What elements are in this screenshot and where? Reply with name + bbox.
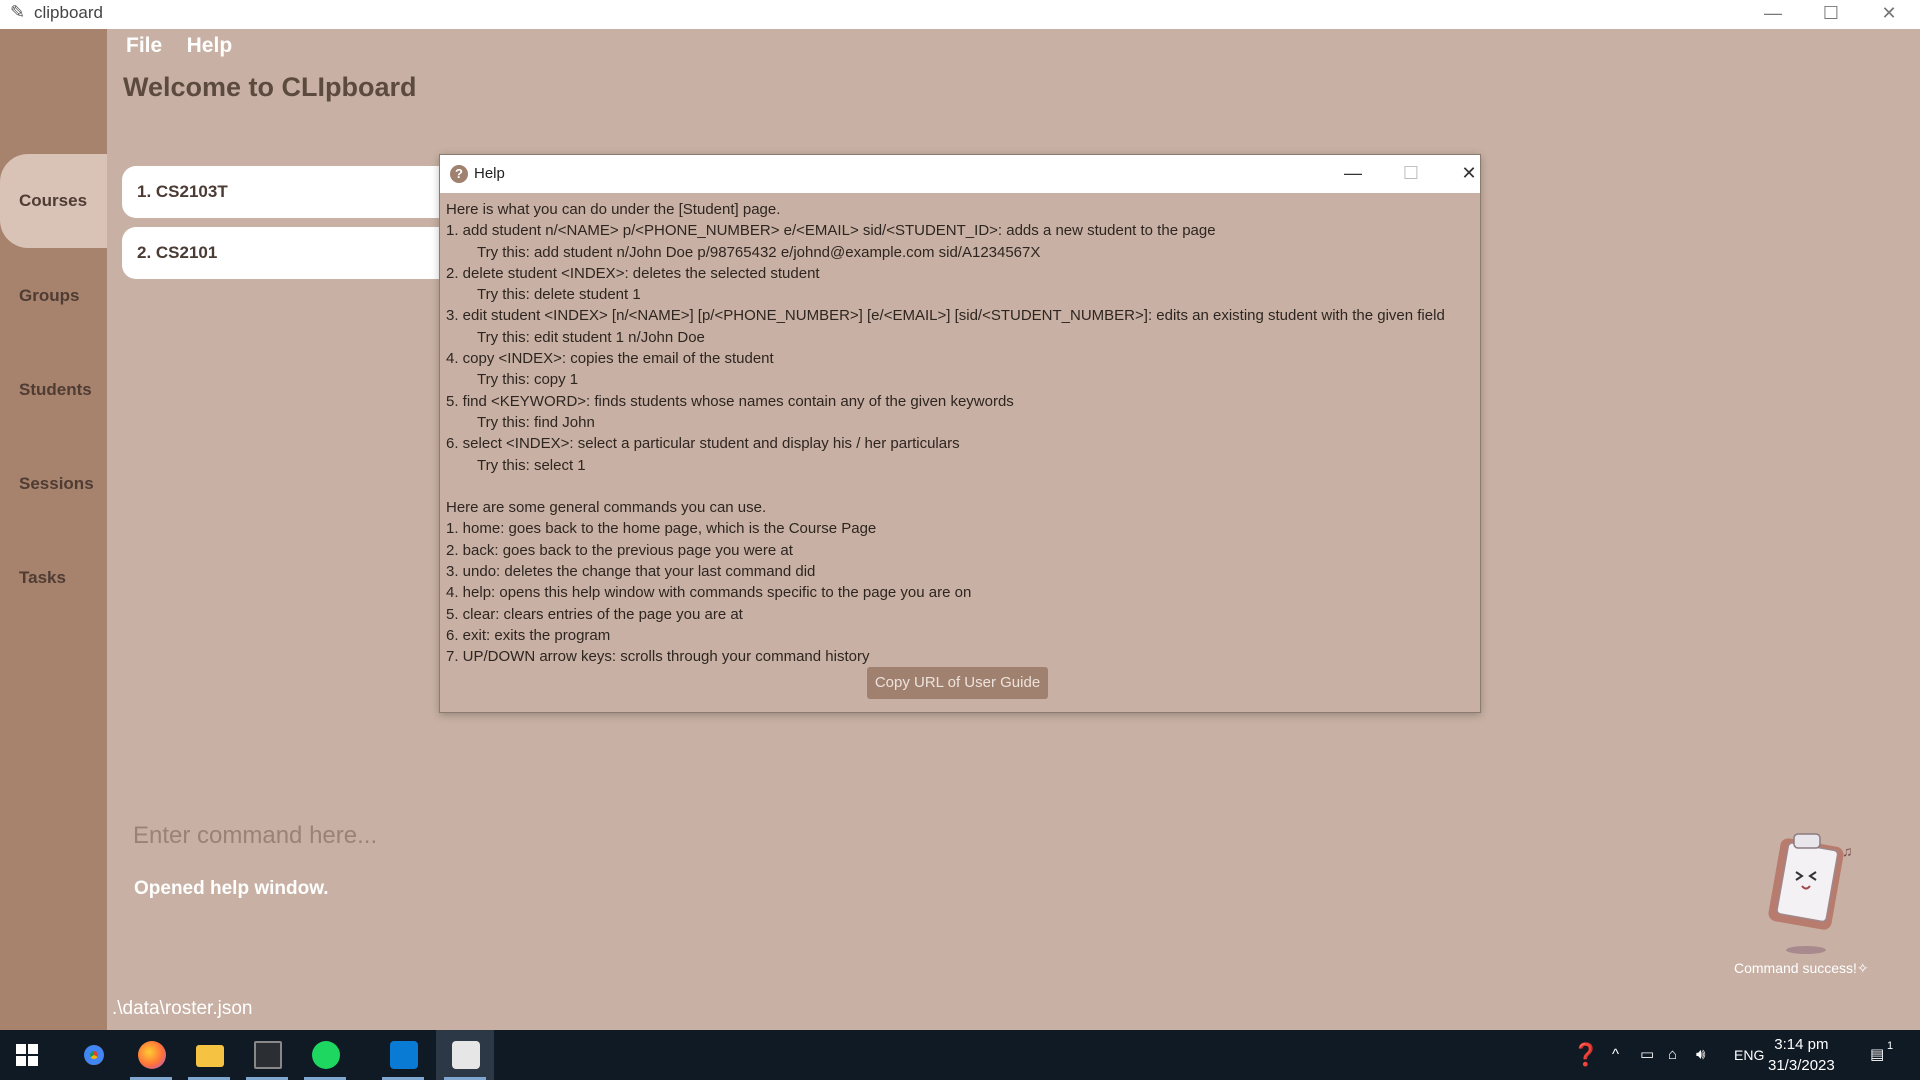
maximize-button[interactable]: ☐ bbox=[1802, 0, 1860, 29]
help-line bbox=[446, 476, 1476, 497]
sidebar-item-label: Tasks bbox=[19, 568, 66, 587]
help-titlebar: ? Help — ☐ ✕ bbox=[440, 155, 1480, 193]
vscode-icon[interactable] bbox=[374, 1030, 432, 1080]
help-line: Try this: copy 1 bbox=[477, 371, 579, 389]
help-line: Here are some general commands you can u… bbox=[446, 499, 767, 517]
notification-count: 1 bbox=[1887, 1040, 1894, 1052]
help-maximize-button: ☐ bbox=[1402, 163, 1420, 183]
copy-url-button[interactable]: Copy URL of User Guide bbox=[867, 667, 1048, 699]
terminal-icon[interactable] bbox=[238, 1030, 296, 1080]
close-button[interactable]: ✕ bbox=[1860, 0, 1918, 29]
help-line: 5. clear: clears entries of the page you… bbox=[446, 605, 743, 623]
menu-help[interactable]: Help bbox=[187, 34, 233, 57]
sidebar-item-label: Courses bbox=[19, 191, 88, 210]
chevron-up-icon[interactable]: ^ bbox=[1612, 1030, 1619, 1080]
sidebar-item-groups[interactable]: Groups bbox=[0, 266, 107, 326]
help-line: 4. help: opens this help window with com… bbox=[446, 584, 972, 602]
sidebar-item-label: Students bbox=[19, 380, 92, 399]
help-line: Try this: edit student 1 n/John Doe bbox=[477, 328, 705, 346]
sidebar-item-label: Sessions bbox=[19, 474, 94, 493]
result-display: Opened help window. bbox=[134, 878, 329, 899]
help-line: 2. delete student <INDEX>: deletes the s… bbox=[446, 264, 820, 282]
chrome-icon[interactable] bbox=[64, 1030, 122, 1080]
list-item[interactable]: 2. CS2101 bbox=[122, 227, 462, 279]
sidebar-item-students[interactable]: Students bbox=[0, 360, 107, 420]
page-title: Welcome to CLIpboard bbox=[123, 72, 417, 102]
help-text: Here is what you can do under the [Stude… bbox=[446, 199, 1476, 668]
help-line: 3. edit student <INDEX> [n/<NAME>] [p/<P… bbox=[446, 307, 1445, 325]
sidebar-item-courses[interactable]: Courses bbox=[0, 154, 107, 248]
clock-time: 3:14 pm bbox=[1774, 1036, 1829, 1053]
help-window-title: Help bbox=[474, 165, 505, 182]
help-close-button[interactable]: ✕ bbox=[1446, 159, 1492, 187]
window-title: clipboard bbox=[34, 3, 103, 22]
sidebar-item-tasks[interactable]: Tasks bbox=[0, 548, 107, 608]
help-line: Try this: select 1 bbox=[477, 456, 586, 474]
clipboard-mascot-icon: ♫ bbox=[1768, 833, 1853, 954]
command-input[interactable]: Enter command here... bbox=[133, 822, 377, 850]
help-line: 6. exit: exits the program bbox=[446, 626, 611, 644]
file-explorer-icon[interactable] bbox=[180, 1030, 238, 1080]
menu-file[interactable]: File bbox=[126, 34, 162, 57]
help-line: Try this: add student n/John Doe p/98765… bbox=[477, 243, 1041, 261]
help-line: 3. undo: deletes the change that your la… bbox=[446, 563, 816, 581]
help-line: 4. copy <INDEX>: copies the email of the… bbox=[446, 350, 774, 368]
window-titlebar: ✎ clipboard — ☐ ✕ bbox=[0, 0, 1920, 29]
svg-text:♫: ♫ bbox=[1842, 843, 1853, 859]
menu-bar: File Help bbox=[126, 34, 252, 58]
help-line: 2. back: goes back to the previous page … bbox=[446, 541, 793, 559]
network-icon[interactable]: ⌂ bbox=[1668, 1030, 1677, 1080]
help-line: Try this: delete student 1 bbox=[477, 286, 641, 304]
mascot-caption: Command success!✧ bbox=[1734, 960, 1869, 976]
help-line: 5. find <KEYWORD>: finds students whose … bbox=[446, 392, 1014, 410]
course-label: 1. CS2103T bbox=[137, 182, 228, 201]
language-indicator[interactable]: ENG bbox=[1734, 1030, 1764, 1080]
sidebar: Courses Groups Students Sessions Tasks bbox=[0, 29, 107, 1030]
windows-start-icon[interactable] bbox=[16, 1044, 38, 1066]
clipboard-app-icon: ✎ bbox=[10, 2, 26, 22]
help-window: ? Help — ☐ ✕ Here is what you can do und… bbox=[439, 154, 1481, 713]
volume-icon[interactable]: 🔊︎ bbox=[1696, 1030, 1705, 1080]
clock[interactable]: 3:14 pm 31/3/2023 bbox=[1768, 1034, 1835, 1076]
help-minimize-button[interactable]: — bbox=[1330, 159, 1376, 187]
spotify-icon[interactable] bbox=[296, 1030, 354, 1080]
list-item[interactable]: 1. CS2103T bbox=[122, 166, 462, 218]
help-line: 7. UP/DOWN arrow keys: scrolls through y… bbox=[446, 648, 870, 666]
battery-icon[interactable]: ▭ bbox=[1640, 1030, 1654, 1080]
help-icon: ? bbox=[450, 165, 468, 183]
minimize-button[interactable]: — bbox=[1744, 0, 1802, 29]
help-line: 6. select <INDEX>: select a particular s… bbox=[446, 435, 960, 453]
course-label: 2. CS2101 bbox=[137, 243, 218, 262]
clock-date: 31/3/2023 bbox=[1768, 1057, 1835, 1074]
help-line: Here is what you can do under the [Stude… bbox=[446, 201, 781, 218]
clipboard-app-icon[interactable] bbox=[436, 1030, 494, 1080]
help-line: 1. add student n/<NAME> p/<PHONE_NUMBER>… bbox=[446, 222, 1216, 240]
help-tray-icon[interactable]: ❓ bbox=[1572, 1030, 1599, 1080]
taskbar: ❓ ^ ▭ ⌂ 🔊︎ ENG 3:14 pm 31/3/2023 ▤ 1 bbox=[0, 1030, 1920, 1080]
help-line: 1. home: goes back to the home page, whi… bbox=[446, 520, 877, 538]
firefox-icon[interactable] bbox=[122, 1030, 180, 1080]
status-filepath: .\data\roster.json bbox=[112, 998, 253, 1019]
sidebar-item-sessions[interactable]: Sessions bbox=[0, 454, 107, 514]
sidebar-item-label: Groups bbox=[19, 286, 80, 305]
notification-icon[interactable]: ▤ bbox=[1870, 1030, 1884, 1080]
help-line: Try this: find John bbox=[477, 413, 595, 431]
